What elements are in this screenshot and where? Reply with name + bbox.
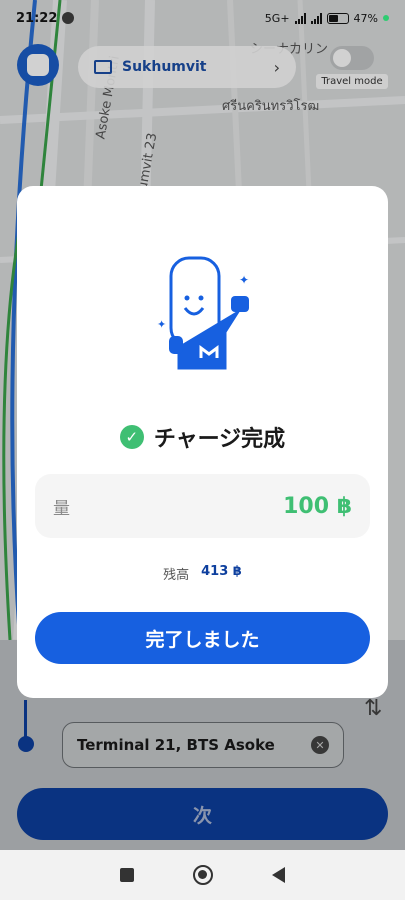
recording-dot-icon [383,15,389,21]
status-bar: 21:22 5G+ 47% [0,0,405,36]
charge-complete-dialog: ✦ ✦ ✓ チャージ完成 量 100 ฿ 残高 413 ฿ 完了しました [17,186,388,698]
battery-icon [326,12,349,24]
balance-row: 残高 413 ฿ [17,564,388,583]
status-time: 21:22 [16,10,58,26]
mascot-illustration: ✦ ✦ [157,256,249,370]
notification-icon [62,12,75,24]
signal-icon [310,12,322,24]
amount-value: 100 ฿ [283,493,352,519]
charge-complete-heading: ✓ チャージ完成 [17,421,388,453]
system-nav-bar [0,850,405,900]
svg-text:✦: ✦ [239,273,249,287]
signal-icon [294,12,306,24]
network-label: 5G+ [264,11,290,25]
home-icon[interactable] [192,865,213,885]
status-right: 5G+ 47% [265,12,389,25]
svg-text:✦: ✦ [157,318,166,331]
check-circle-icon: ✓ [119,425,144,449]
dialog-title: チャージ完成 [153,427,286,452]
recents-icon[interactable] [119,868,134,882]
amount-label: 量 [53,498,70,519]
balance-value: 413 ฿ [201,564,242,579]
battery-percent: 47% [353,11,378,25]
back-icon[interactable] [272,867,286,883]
finish-button[interactable]: 完了しました [35,612,370,664]
balance-label: 残高 [163,568,190,583]
amount-row: 量 100 ฿ [35,474,370,538]
